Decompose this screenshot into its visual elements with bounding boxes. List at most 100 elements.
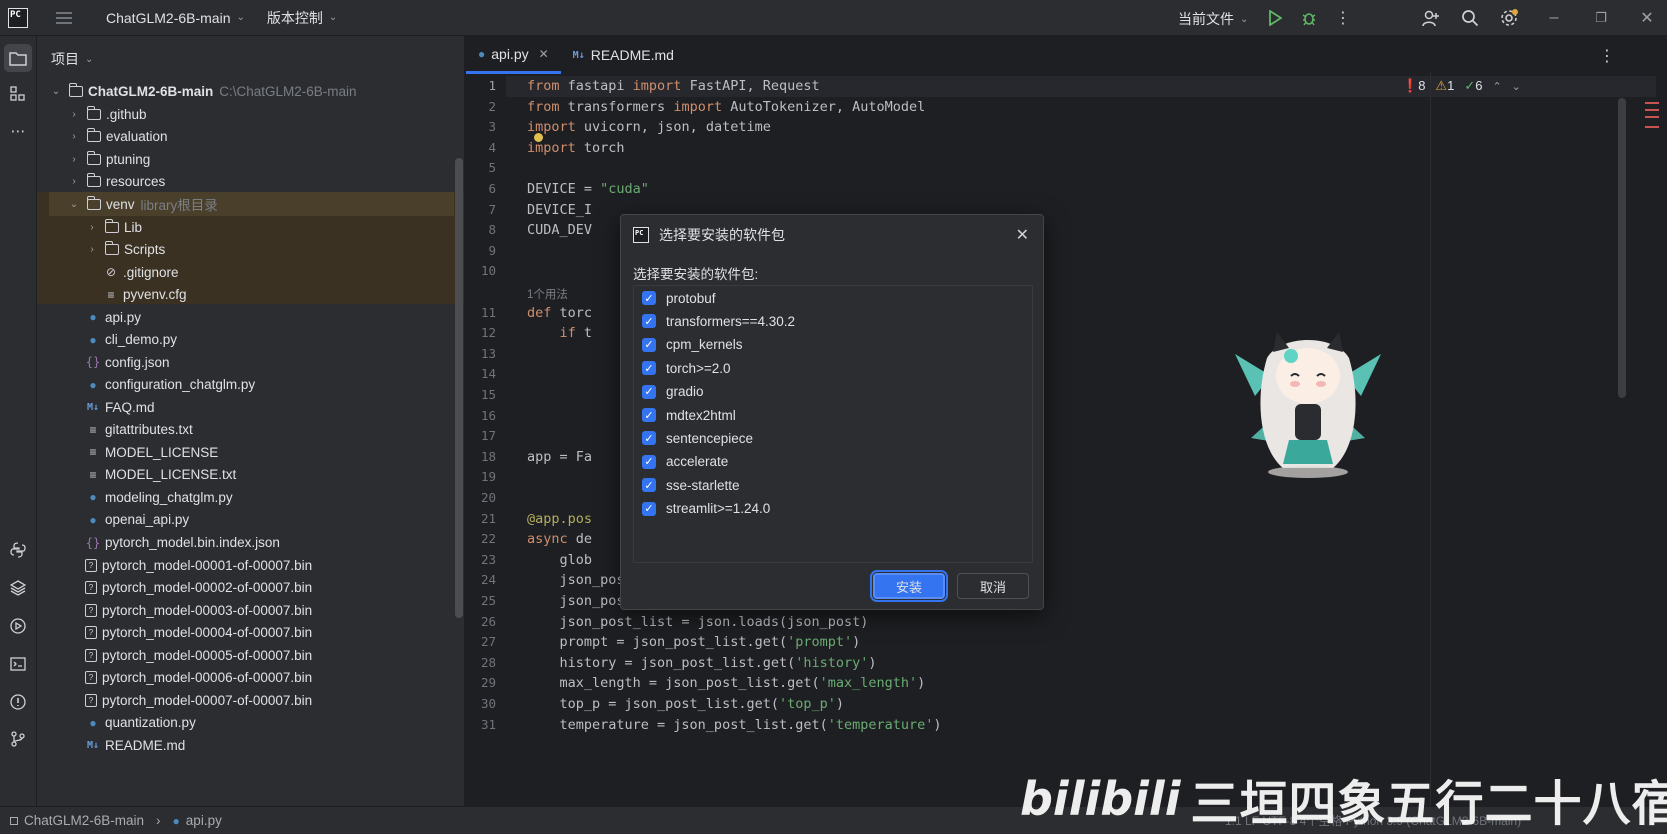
code-line[interactable]: import uvicorn, json, datetime bbox=[527, 119, 771, 135]
checkbox-checked-icon[interactable]: ✓ bbox=[642, 291, 656, 305]
chevron-right-icon[interactable]: › bbox=[67, 109, 81, 120]
cancel-button[interactable]: 取消 bbox=[957, 573, 1029, 599]
tree-file[interactable]: ? pytorch_model-00001-of-00007.bin bbox=[85, 553, 312, 577]
tree-folder-evaluation[interactable]: › evaluation bbox=[67, 125, 168, 149]
tree-folder-lib[interactable]: › Lib bbox=[85, 215, 142, 239]
error-marker[interactable] bbox=[1645, 126, 1659, 128]
code-line[interactable]: CUDA_DEV bbox=[527, 222, 592, 238]
error-marker[interactable] bbox=[1645, 109, 1659, 111]
tree-file[interactable]: ≡ MODEL_LICENSE bbox=[85, 440, 218, 464]
chevron-right-icon[interactable]: › bbox=[67, 131, 81, 142]
package-item[interactable]: ✓ sentencepiece bbox=[642, 428, 753, 448]
install-button[interactable]: 安装 bbox=[873, 573, 945, 599]
usage-hint[interactable]: 1个用法 bbox=[527, 286, 568, 302]
tree-folder-scripts[interactable]: › Scripts bbox=[85, 238, 165, 262]
ok-count[interactable]: ✓6 bbox=[1464, 78, 1482, 94]
breadcrumb-file[interactable]: api.py bbox=[186, 813, 222, 828]
chevron-right-icon[interactable]: › bbox=[67, 176, 81, 187]
python-console-icon[interactable] bbox=[7, 539, 29, 561]
tree-file[interactable]: ? pytorch_model-00003-of-00007.bin bbox=[85, 598, 312, 622]
services-icon[interactable] bbox=[7, 615, 29, 637]
code-line[interactable]: max_length = json_post_list.get('max_len… bbox=[527, 675, 926, 691]
problems-icon[interactable] bbox=[7, 691, 29, 713]
tree-file[interactable]: M↓ FAQ.md bbox=[85, 395, 155, 419]
run-icon[interactable] bbox=[1264, 7, 1286, 29]
chevron-right-icon[interactable]: › bbox=[85, 244, 99, 255]
project-panel-header[interactable]: 项目 ⌄ bbox=[37, 36, 464, 82]
tree-file[interactable]: ? pytorch_model-00005-of-00007.bin bbox=[85, 643, 312, 667]
settings-icon[interactable] bbox=[1498, 7, 1520, 29]
package-item[interactable]: ✓ protobuf bbox=[642, 288, 716, 308]
code-line[interactable]: if t bbox=[527, 325, 593, 341]
tree-file[interactable]: ? pytorch_model-00004-of-00007.bin bbox=[85, 621, 312, 645]
editor-scrollbar[interactable] bbox=[1618, 98, 1626, 398]
code-line[interactable]: @app.pos bbox=[527, 511, 592, 527]
checkbox-checked-icon[interactable]: ✓ bbox=[642, 337, 656, 352]
code-line[interactable]: import torch bbox=[527, 140, 625, 156]
error-marker[interactable] bbox=[1645, 102, 1659, 104]
code-line[interactable]: def torc bbox=[527, 305, 592, 321]
package-item[interactable]: ✓ gradio bbox=[642, 382, 704, 402]
tree-file[interactable]: ● openai_api.py bbox=[85, 508, 189, 532]
tree-file[interactable]: ● configuration_chatglm.py bbox=[85, 373, 255, 397]
run-config-selector[interactable]: 当前文件 ⌄ bbox=[1178, 9, 1248, 29]
checkbox-checked-icon[interactable]: ✓ bbox=[642, 478, 656, 493]
checkbox-checked-icon[interactable]: ✓ bbox=[642, 384, 656, 399]
tree-file[interactable]: ≡ pyvenv.cfg bbox=[103, 283, 186, 307]
code-line[interactable]: top_p = json_post_list.get('top_p') bbox=[527, 696, 845, 712]
add-user-icon[interactable] bbox=[1420, 7, 1442, 29]
package-item[interactable]: ✓ streamlit>=1.24.0 bbox=[642, 499, 770, 519]
checkbox-checked-icon[interactable]: ✓ bbox=[642, 361, 656, 376]
chevron-down-icon[interactable]: ⌄ bbox=[1512, 80, 1521, 93]
folder-icon[interactable] bbox=[4, 44, 32, 72]
package-item[interactable]: ✓ torch>=2.0 bbox=[642, 358, 731, 378]
tab-readme-md[interactable]: M↓ README.md bbox=[561, 36, 686, 74]
breadcrumb-project[interactable]: ChatGLM2-6B-main bbox=[24, 813, 144, 828]
project-selector[interactable]: ChatGLM2-6B-main ⌄ bbox=[106, 10, 245, 26]
debug-icon[interactable] bbox=[1298, 7, 1320, 29]
tree-file[interactable]: M↓ README.md bbox=[85, 733, 185, 757]
more-vertical-icon[interactable]: ⋮ bbox=[1332, 7, 1354, 29]
code-line[interactable]: prompt = json_post_list.get('prompt') bbox=[527, 634, 861, 650]
package-list[interactable]: ✓ protobuf ✓ transformers==4.30.2 ✓ cpm_kerne… bbox=[633, 285, 1033, 563]
code-line[interactable]: from fastapi import FastAPI, Request bbox=[527, 78, 820, 94]
package-item[interactable]: ✓ sse-starlette bbox=[642, 475, 740, 495]
structure-icon[interactable] bbox=[7, 83, 29, 105]
git-icon[interactable] bbox=[7, 728, 29, 750]
package-item[interactable]: ✓ mdtex2html bbox=[642, 405, 736, 425]
code-line[interactable]: history = json_post_list.get('history') bbox=[527, 655, 877, 671]
tree-file[interactable]: ● api.py bbox=[85, 305, 141, 329]
tree-file[interactable]: ≡ MODEL_LICENSE.txt bbox=[85, 463, 236, 487]
tree-folder-ptuning[interactable]: › ptuning bbox=[67, 147, 150, 171]
package-item[interactable]: ✓ transformers==4.30.2 bbox=[642, 311, 795, 331]
vcs-menu[interactable]: 版本控制 ⌄ bbox=[267, 8, 337, 28]
close-icon[interactable]: ✕ bbox=[1016, 225, 1029, 245]
tree-file[interactable]: ● modeling_chatglm.py bbox=[85, 485, 232, 509]
checkbox-checked-icon[interactable]: ✓ bbox=[642, 314, 656, 329]
tree-file[interactable]: ? pytorch_model-00007-of-00007.bin bbox=[85, 688, 312, 712]
tree-file[interactable]: {} config.json bbox=[85, 350, 170, 374]
warning-count[interactable]: ⚠1 bbox=[1435, 78, 1454, 94]
minimize-icon[interactable]: – bbox=[1543, 7, 1565, 29]
tree-file[interactable]: ≡ gitattributes.txt bbox=[85, 418, 192, 442]
close-tab-icon[interactable]: ✕ bbox=[539, 47, 549, 61]
project-scrollbar[interactable] bbox=[455, 158, 463, 618]
error-marker[interactable] bbox=[1645, 116, 1659, 118]
code-line[interactable]: async de bbox=[527, 531, 592, 547]
tree-folder-resources[interactable]: › resources bbox=[67, 170, 165, 194]
code-line[interactable]: DEVICE_I bbox=[527, 202, 592, 218]
tree-folder-venv[interactable]: ⌄ venv library根目录 bbox=[67, 192, 218, 216]
tree-folder-github[interactable]: › .github bbox=[67, 102, 147, 126]
package-item[interactable]: ✓ cpm_kernels bbox=[642, 335, 743, 355]
packages-icon[interactable] bbox=[7, 577, 29, 599]
tree-root[interactable]: ⌄ ChatGLM2-6B-main C:\ChatGLM2-6B-main bbox=[49, 79, 357, 103]
more-vertical-icon[interactable]: ⋮ bbox=[1599, 46, 1615, 66]
terminal-icon[interactable] bbox=[7, 653, 29, 675]
restore-icon[interactable]: ❐ bbox=[1590, 7, 1612, 29]
checkbox-checked-icon[interactable]: ✓ bbox=[642, 454, 656, 469]
inspection-widget[interactable]: ❗8 ⚠1 ✓6 ⌃ ⌄ bbox=[1402, 78, 1521, 94]
code-line[interactable]: from transformers import AutoTokenizer, … bbox=[527, 99, 925, 115]
chevron-down-icon[interactable]: ⌄ bbox=[67, 199, 81, 210]
tree-file[interactable]: ⊘ .gitignore bbox=[103, 260, 179, 284]
code-line[interactable]: app = Fa bbox=[527, 449, 592, 465]
